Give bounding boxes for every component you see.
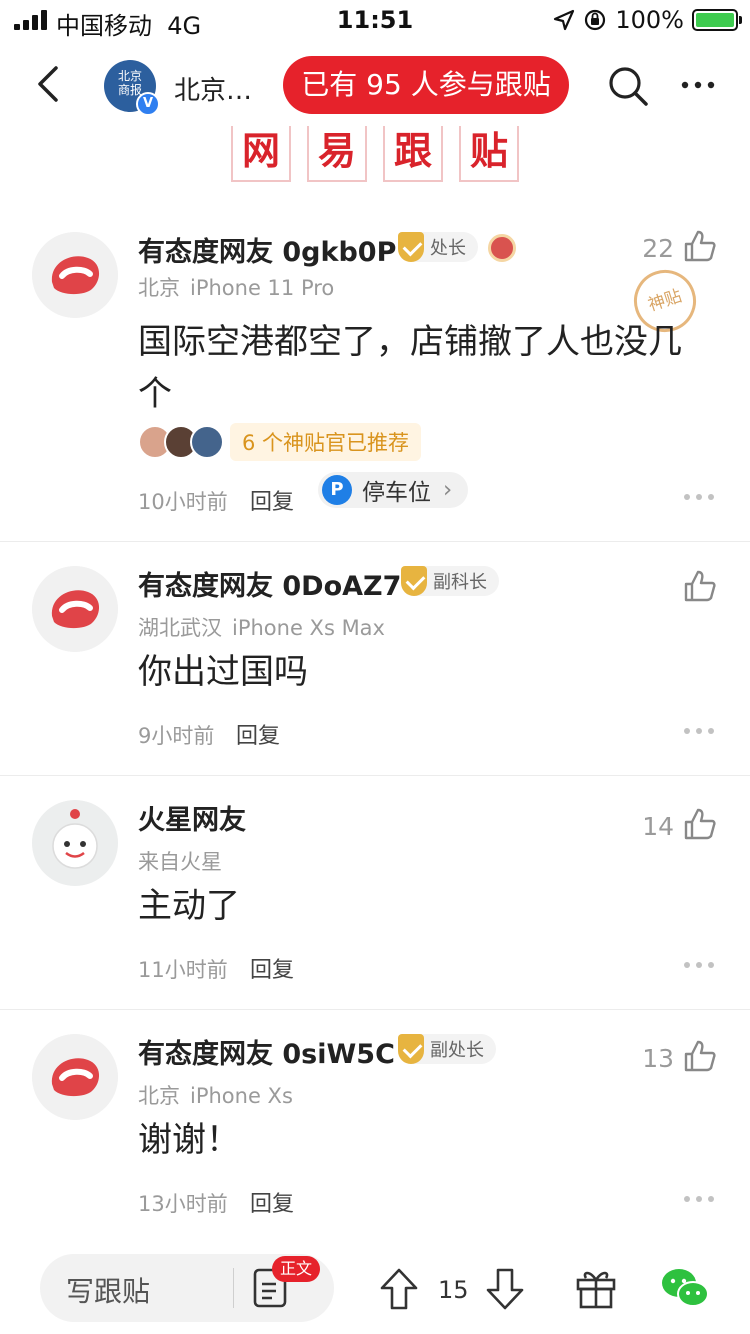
comment-item[interactable]: 有态度网友 0DoAZ7 副科长 湖北武汉 iPhone Xs Max 你出过国吗… <box>0 556 750 776</box>
divider <box>233 1268 234 1308</box>
comment-more-icon[interactable] <box>684 728 714 736</box>
parking-chip[interactable]: P 停车位 › <box>318 472 469 508</box>
more-icon[interactable] <box>680 72 716 98</box>
netease-follow-banner: 网 易 跟 贴 <box>0 126 750 182</box>
thumbs-up-icon[interactable] <box>682 806 718 842</box>
location: 湖北武汉 <box>138 616 222 640</box>
like-count: 13 <box>642 1044 674 1073</box>
comment-time: 10小时前 <box>138 490 228 514</box>
search-icon[interactable] <box>606 64 650 108</box>
battery-percent: 100% <box>615 6 684 34</box>
comment-item[interactable]: 有态度网友 0gkb0P 处长 22 北京 iPhone 11 Pro 神贴 国际… <box>0 222 750 542</box>
like-count: 14 <box>642 812 674 841</box>
rotation-lock-icon <box>585 9 606 31</box>
location-icon <box>554 9 575 31</box>
recommend-row[interactable]: 6 个神贴官已推荐 <box>138 422 422 462</box>
thumbs-up-icon[interactable] <box>682 568 718 604</box>
comment-meta: 北京 iPhone 11 Pro <box>138 272 334 302</box>
comment-item[interactable]: 有态度网友 0siW5C 副处长 13 北京 iPhone Xs 谢谢！ 13小时… <box>0 1024 750 1234</box>
avatar[interactable] <box>32 800 118 886</box>
reply-button[interactable]: 回复 <box>236 718 280 750</box>
rank-badge: 处长 <box>398 232 478 262</box>
avatar[interactable] <box>32 232 118 318</box>
device: iPhone Xs Max <box>232 616 385 640</box>
rank-shield-icon <box>398 1034 424 1064</box>
comment-content: 主动了 <box>138 886 240 926</box>
gift-icon[interactable] <box>574 1264 618 1310</box>
verified-icon: V <box>136 92 160 116</box>
recommender-avatar <box>190 425 224 459</box>
reply-button[interactable]: 回复 <box>250 952 294 984</box>
write-comment-label: 写跟贴 <box>66 1275 151 1308</box>
location: 来自火星 <box>138 850 222 874</box>
banner-char: 网 <box>231 126 291 182</box>
comment-meta: 北京 iPhone Xs <box>138 1080 293 1110</box>
comment-item[interactable]: 火星网友 14 来自火星 主动了 11小时前 回复 <box>0 790 750 1010</box>
comment-time: 9小时前 <box>138 724 215 748</box>
username[interactable]: 有态度网友 0siW5C <box>138 1032 395 1071</box>
back-button[interactable] <box>28 62 72 106</box>
rank-badge: 副科长 <box>401 566 499 596</box>
comment-content: 国际空港都空了，店铺撤了人也没几个 <box>138 322 682 414</box>
recommend-text: 6 个神贴官已推荐 <box>230 423 422 461</box>
comment-content: 你出过国吗 <box>138 652 308 692</box>
reply-button[interactable]: 回复 <box>250 1186 294 1218</box>
like-count: 22 <box>642 234 674 263</box>
avatar[interactable] <box>32 566 118 652</box>
rank-label: 处长 <box>430 238 466 259</box>
banner-char: 易 <box>307 126 367 182</box>
parking-icon: P <box>322 475 352 505</box>
arrow-down-icon[interactable] <box>484 1266 526 1312</box>
rank-shield-icon <box>398 232 424 262</box>
username[interactable]: 有态度网友 0DoAZ7 <box>138 564 401 603</box>
device: iPhone 11 Pro <box>190 276 335 300</box>
film-reel-icon <box>488 234 516 262</box>
participate-button[interactable]: 已有 95 人参与跟贴 <box>283 56 569 114</box>
nav-bar: 北京 商报 V 北京… 已有 95 人参与跟贴 <box>0 48 750 124</box>
status-bar: 中国移动 4G 11:51 100% <box>0 0 750 40</box>
rank-shield-icon <box>401 566 427 596</box>
avatar[interactable] <box>32 1034 118 1120</box>
bottom-bar: 写跟贴 正文 15 <box>0 1244 750 1334</box>
location: 北京 <box>138 1084 180 1108</box>
thumbs-up-icon[interactable] <box>682 1038 718 1074</box>
comment-meta: 湖北武汉 iPhone Xs Max <box>138 612 385 642</box>
device: iPhone Xs <box>190 1084 293 1108</box>
rank-badge: 副处长 <box>398 1034 496 1064</box>
username[interactable]: 有态度网友 0gkb0P <box>138 230 396 269</box>
comment-more-icon[interactable] <box>684 962 714 970</box>
banner-char: 跟 <box>383 126 443 182</box>
rank-label: 副处长 <box>430 1040 484 1061</box>
wechat-icon[interactable] <box>660 1266 710 1312</box>
comment-time: 11小时前 <box>138 958 228 982</box>
status-right: 100% <box>553 5 742 35</box>
vote-count: 15 <box>438 1276 469 1304</box>
arrow-up-icon[interactable] <box>378 1266 420 1312</box>
battery-icon <box>692 9 742 31</box>
comment-time: 13小时前 <box>138 1192 228 1216</box>
location: 北京 <box>138 276 180 300</box>
chevron-right-icon: › <box>443 477 453 503</box>
source-name[interactable]: 北京… <box>174 70 252 107</box>
comment-content: 谢谢！ <box>138 1120 240 1160</box>
username[interactable]: 火星网友 <box>138 798 246 837</box>
rank-label: 副科长 <box>433 572 487 593</box>
comment-more-icon[interactable] <box>684 494 714 502</box>
parking-label: 停车位 <box>362 480 431 506</box>
comment-more-icon[interactable] <box>684 1196 714 1204</box>
banner-char: 贴 <box>459 126 519 182</box>
reply-button[interactable]: 回复 <box>250 484 294 516</box>
comment-meta: 来自火星 <box>138 846 222 876</box>
thumbs-up-icon[interactable] <box>682 228 718 264</box>
article-badge: 正文 <box>272 1256 321 1282</box>
